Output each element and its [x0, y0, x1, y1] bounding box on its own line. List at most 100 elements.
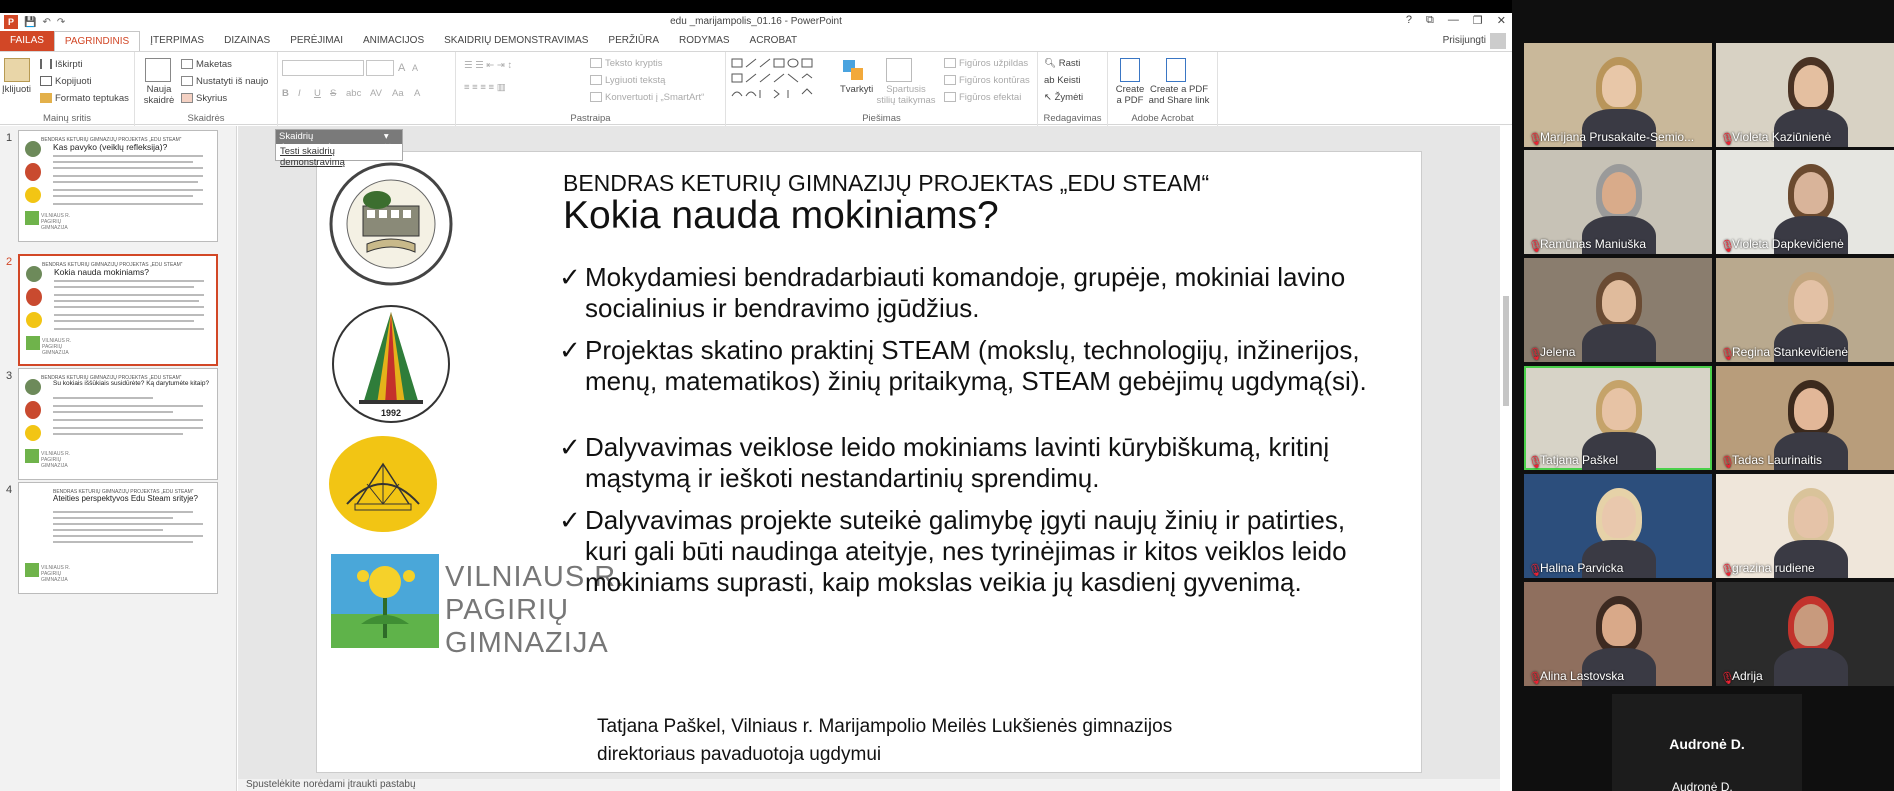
maximize-button[interactable]: ❐ — [1473, 14, 1483, 27]
minimize-button[interactable]: — — [1448, 14, 1459, 27]
smartart-button[interactable]: Konvertuoti į „SmartArt“ — [590, 92, 704, 103]
align-buttons[interactable]: ≡ ≡ ≡ ≡ ▥ — [464, 82, 506, 93]
participant-video — [1602, 280, 1636, 322]
participant-tile[interactable]: 🎙︎ Ramūnas Maniuška — [1524, 150, 1712, 254]
group-label-editing: Redagavimas — [1043, 113, 1102, 124]
tab-review[interactable]: PERŽIŪRA — [598, 31, 669, 51]
participant-tile[interactable]: 🎙︎ grazina rudiene — [1716, 474, 1894, 578]
italic-button[interactable]: I — [298, 88, 301, 99]
vertical-scrollbar[interactable] — [1500, 126, 1512, 779]
school-logo-icon — [25, 141, 41, 157]
participant-tile[interactable]: 🎙︎ Halina Parvicka — [1524, 474, 1712, 578]
text-direction-button[interactable]: Teksto kryptis — [590, 58, 663, 69]
participant-tile[interactable]: 🎙︎ Regina Stankevičienė — [1716, 258, 1894, 362]
participant-tile[interactable]: 🎙︎ Jelena — [1524, 258, 1712, 362]
cut-button[interactable]: Iškirpti — [40, 59, 82, 70]
format-painter-button[interactable]: Formato teptukas — [40, 93, 129, 104]
ribbon-display-button[interactable]: ⧉ — [1426, 14, 1434, 27]
active-speaker-tile[interactable]: Audronė D. Audronė D. — [1612, 694, 1802, 791]
layout-button[interactable]: Maketas — [181, 59, 232, 70]
font-name-box[interactable] — [282, 60, 364, 76]
rudaminos-school-logo — [329, 436, 437, 532]
muted-mic-icon: 🎙︎ — [1528, 239, 1544, 253]
section-button[interactable]: Skyrius — [181, 93, 227, 104]
user-avatar-icon[interactable] — [1490, 33, 1506, 49]
underline-button[interactable]: U — [314, 88, 321, 99]
shadow-button[interactable]: abc — [346, 88, 361, 99]
grow-font-button[interactable]: A — [398, 62, 405, 74]
school-logo-icon — [25, 379, 41, 395]
close-icon[interactable]: ▾ ✕ — [384, 131, 399, 153]
participant-tile[interactable]: 🎙︎ Tadas Laurinaitis — [1716, 366, 1894, 470]
shrink-font-button[interactable]: A — [412, 63, 418, 73]
shape-effects-button[interactable]: Figūros efektai — [944, 92, 1021, 103]
shape-fill-label: Figūros užpildas — [959, 58, 1029, 69]
close-button[interactable]: ✕ — [1497, 14, 1506, 27]
participant-tile[interactable]: 🎙︎ Marijana Prusakaite-Semio... — [1524, 43, 1712, 147]
participant-tile[interactable]: 🎙︎ Violeta Kaziūnienė — [1716, 43, 1894, 147]
font-color-button[interactable]: A — [414, 88, 420, 99]
reset-button[interactable]: Nustatyti iš naujo — [181, 76, 268, 87]
slide-thumbnail-3[interactable]: BENDRAS KETURIŲ GIMNAZIJŲ PROJEKTAS „EDU… — [18, 368, 218, 480]
participant-tile[interactable]: 🎙︎ Violeta Dapkevičienė — [1716, 150, 1894, 254]
participant-tile[interactable]: 🎙︎ Adrija — [1716, 582, 1894, 686]
change-case-button[interactable]: Aa — [392, 88, 404, 99]
shape-outline-button[interactable]: Figūros kontūras — [944, 75, 1030, 86]
tab-design[interactable]: DIZAINAS — [214, 31, 280, 51]
participant-video — [1794, 604, 1828, 646]
arrange-icon[interactable] — [841, 58, 867, 82]
new-slide-icon[interactable] — [145, 58, 171, 82]
tab-slideshow[interactable]: SKAIDRIŲ DEMONSTRAVIMAS — [434, 31, 598, 51]
school-logo-icon — [25, 449, 39, 463]
participant-tile[interactable]: 🎙︎ Alina Lastovska — [1524, 582, 1712, 686]
pdf-share-icon[interactable] — [1166, 58, 1186, 82]
strikethrough-button[interactable]: S — [330, 88, 336, 99]
tab-acrobat[interactable]: ACROBAT — [740, 31, 808, 51]
copy-button[interactable]: Kopijuoti — [40, 76, 91, 87]
participant-name: 🎙︎ Adrija — [1720, 669, 1763, 685]
tab-file[interactable]: FAILAS — [0, 31, 54, 51]
replace-button[interactable]: ab Keisti — [1044, 75, 1080, 86]
help-button[interactable]: ? — [1406, 14, 1412, 27]
tab-insert[interactable]: ĮTERPIMAS — [140, 31, 214, 51]
school-logo-icon — [25, 163, 41, 181]
slide-thumbnails-pane: 1 BENDRAS KETURIŲ GIMNAZIJŲ PROJEKTAS „E… — [0, 126, 237, 791]
scrollbar-thumb[interactable] — [1503, 296, 1509, 406]
arrange-button[interactable]: Tvarkyti — [840, 84, 873, 95]
tab-animations[interactable]: ANIMACIJOS — [353, 31, 434, 51]
participant-name: 🎙︎ Ramūnas Maniuška — [1528, 237, 1646, 253]
create-pdf-button[interactable]: Create a PDF — [1112, 84, 1148, 106]
pagiriu-logo-line3: GIMNAZIJA — [445, 627, 609, 659]
shape-fill-button[interactable]: Figūros užpildas — [944, 58, 1028, 69]
slideshow-floating-toolbar: Skaidrių demonstravimas ▾ ✕ Testi skaidri… — [275, 129, 403, 168]
pdf-icon[interactable] — [1120, 58, 1140, 82]
slide-thumbnail-2[interactable]: BENDRAS KETURIŲ GIMNAZIJŲ PROJEKTAS „EDU… — [18, 254, 218, 366]
bullets-button[interactable]: ☰ ☰ ⇤ ⇥ ↕ — [464, 60, 512, 71]
tab-transitions[interactable]: PERĖJIMAI — [280, 31, 353, 51]
participant-name: 🎙︎ Marijana Prusakaite-Semio... — [1528, 130, 1694, 146]
tab-view[interactable]: RODYMAS — [669, 31, 740, 51]
quick-styles-icon[interactable] — [886, 58, 912, 82]
slide-canvas[interactable]: 1992 VILNIAUS R. PAGIRIŲ GIMNAZIJA BENDR… — [316, 151, 1422, 773]
bold-button[interactable]: B — [282, 88, 289, 99]
spacing-button[interactable]: AV — [370, 88, 382, 99]
slideshow-popup-header[interactable]: Skaidrių demonstravimas ▾ ✕ — [276, 130, 402, 153]
quick-styles-button[interactable]: Spartusis stilių taikymas — [876, 84, 936, 106]
notes-pane[interactable]: Spustelėkite norėdami įtraukti pastabų — [238, 779, 1500, 791]
slide-thumbnail-4[interactable]: BENDRAS KETURIŲ GIMNAZIJŲ PROJEKTAS „EDU… — [18, 482, 218, 594]
slide-thumbnail-1[interactable]: BENDRAS KETURIŲ GIMNAZIJŲ PROJEKTAS „EDU… — [18, 130, 218, 242]
paste-button[interactable]: Įklijuoti — [2, 84, 31, 95]
muted-mic-icon: 🎙︎ — [1720, 239, 1736, 253]
shapes-gallery[interactable] — [730, 56, 830, 106]
create-share-pdf-button[interactable]: Create a PDF and Share link — [1146, 84, 1212, 106]
participant-name-label: Halina Parvicka — [1540, 561, 1624, 575]
new-slide-button[interactable]: Nauja skaidrė — [141, 84, 177, 106]
align-text-button[interactable]: Lygiuoti tekstą — [590, 75, 665, 86]
tab-home[interactable]: PAGRINDINIS — [53, 31, 141, 51]
select-button[interactable]: ↖ Žymėti — [1044, 92, 1083, 103]
participant-tile[interactable]: 🎙︎ Tatjana Paškel — [1524, 366, 1712, 470]
paste-icon[interactable] — [4, 58, 30, 82]
sign-in-link[interactable]: Prisijungti — [1443, 35, 1486, 46]
font-size-box[interactable] — [366, 60, 394, 76]
find-button[interactable]: 🔍︎ Rasti — [1044, 58, 1080, 69]
